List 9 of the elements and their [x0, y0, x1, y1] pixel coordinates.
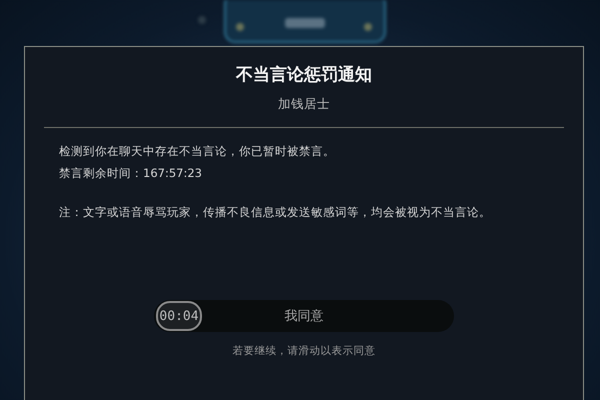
notice-text: 禁言剩余时间：167:57:23 [59, 166, 203, 181]
notice-text: 检测到你在聊天中存在不当言论，你已暂时被禁言。 [59, 144, 336, 159]
slider-label: 我同意 [284, 308, 324, 325]
slide-hint: 若要继续，请滑动以表示同意 [232, 344, 376, 358]
player-name: 加钱居士 [278, 96, 330, 113]
dialog-title: 不当言论惩罚通知 [236, 64, 372, 86]
notice-text: 注：文字或语音辱骂玩家，传播不良信息或发送敏感词等，均会被视为不当言论。 [59, 205, 492, 220]
agree-slider[interactable]: 00:04 我同意 [154, 300, 454, 332]
timer-thumb[interactable]: 00:04 [156, 301, 202, 331]
